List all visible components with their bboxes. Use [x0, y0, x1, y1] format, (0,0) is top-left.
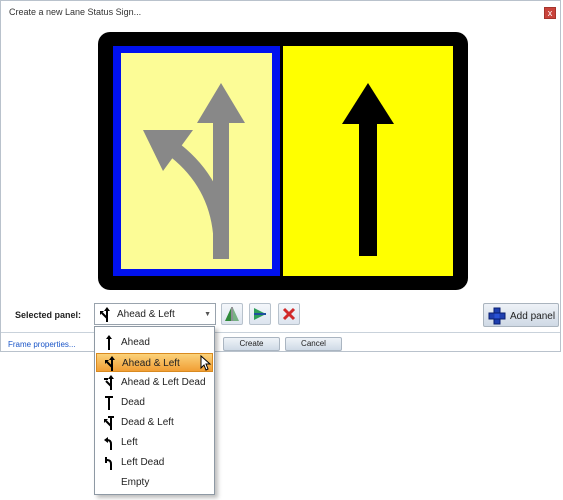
swap-panel-button[interactable] — [249, 303, 271, 325]
dead-icon — [105, 396, 113, 410]
add-panel-button[interactable]: Add panel — [483, 303, 559, 327]
close-button[interactable]: x — [544, 7, 556, 19]
swap-icon — [254, 308, 266, 320]
selected-panel-label: Selected panel: — [15, 310, 82, 320]
dropdown-option-dead-and-left[interactable]: Dead & Left — [96, 413, 213, 432]
dropdown-option-left-dead[interactable]: Left Dead — [96, 453, 213, 472]
dropdown-option-label: Dead & Left — [121, 417, 174, 428]
ahead-and-left-dead-icon — [104, 375, 114, 390]
dialog-title: Create a new Lane Status Sign... — [9, 7, 142, 17]
dead-and-left-icon — [104, 416, 114, 430]
chevron-down-icon: ▼ — [204, 311, 211, 318]
add-panel-label: Add panel — [510, 311, 556, 322]
plus-icon — [488, 307, 506, 325]
ahead-icon — [106, 335, 112, 350]
ahead-arrow-icon — [342, 83, 394, 256]
sign-panel-left-fill — [121, 53, 272, 269]
mirror-panel-button[interactable] — [221, 303, 243, 325]
panel-type-dropdown[interactable]: Ahead Ahead & Left Ahead & Left Dead Dea… — [94, 326, 215, 495]
divider — [1, 332, 560, 333]
dropdown-option-label: Dead — [121, 397, 145, 408]
mirror-icon — [225, 307, 239, 321]
dropdown-option-ahead[interactable]: Ahead — [96, 333, 213, 352]
left-icon — [104, 437, 112, 450]
dropdown-option-label: Ahead & Left — [122, 358, 180, 369]
dropdown-option-empty[interactable]: Empty — [96, 473, 213, 492]
lane-status-dialog: Create a new Lane Status Sign... x Selec… — [0, 0, 561, 352]
mouse-cursor-icon — [200, 355, 212, 371]
title-bar: Create a new Lane Status Sign... x — [1, 1, 560, 23]
dropdown-option-label: Ahead & Left Dead — [121, 377, 206, 388]
ahead-and-left-icon — [105, 356, 115, 371]
dropdown-option-dead[interactable]: Dead — [96, 393, 213, 412]
dropdown-option-label: Left — [121, 437, 138, 448]
cancel-button[interactable]: Cancel — [285, 337, 342, 351]
create-button[interactable]: Create — [223, 337, 280, 351]
dropdown-option-left[interactable]: Left — [96, 433, 213, 452]
dropdown-option-label: Left Dead — [121, 457, 165, 468]
ahead-and-left-arrow-icon — [143, 83, 245, 259]
delete-icon — [282, 307, 296, 321]
left-dead-icon — [105, 457, 112, 470]
dropdown-option-ahead-and-left[interactable]: Ahead & Left — [96, 353, 213, 372]
selected-panel-combobox[interactable]: Ahead & Left ▼ — [94, 303, 216, 325]
sign-preview — [98, 32, 468, 290]
dropdown-option-label: Empty — [121, 477, 150, 488]
delete-panel-button[interactable] — [278, 303, 300, 325]
selected-panel-value: Ahead & Left — [117, 309, 175, 320]
dropdown-option-label: Ahead — [121, 337, 150, 348]
sign-panel-left[interactable] — [113, 46, 280, 276]
sign-panel-right[interactable] — [283, 46, 453, 276]
frame-properties-link[interactable]: Frame properties... — [8, 340, 76, 349]
ahead-and-left-icon — [100, 307, 110, 322]
dropdown-option-ahead-and-left-dead[interactable]: Ahead & Left Dead — [96, 373, 213, 392]
